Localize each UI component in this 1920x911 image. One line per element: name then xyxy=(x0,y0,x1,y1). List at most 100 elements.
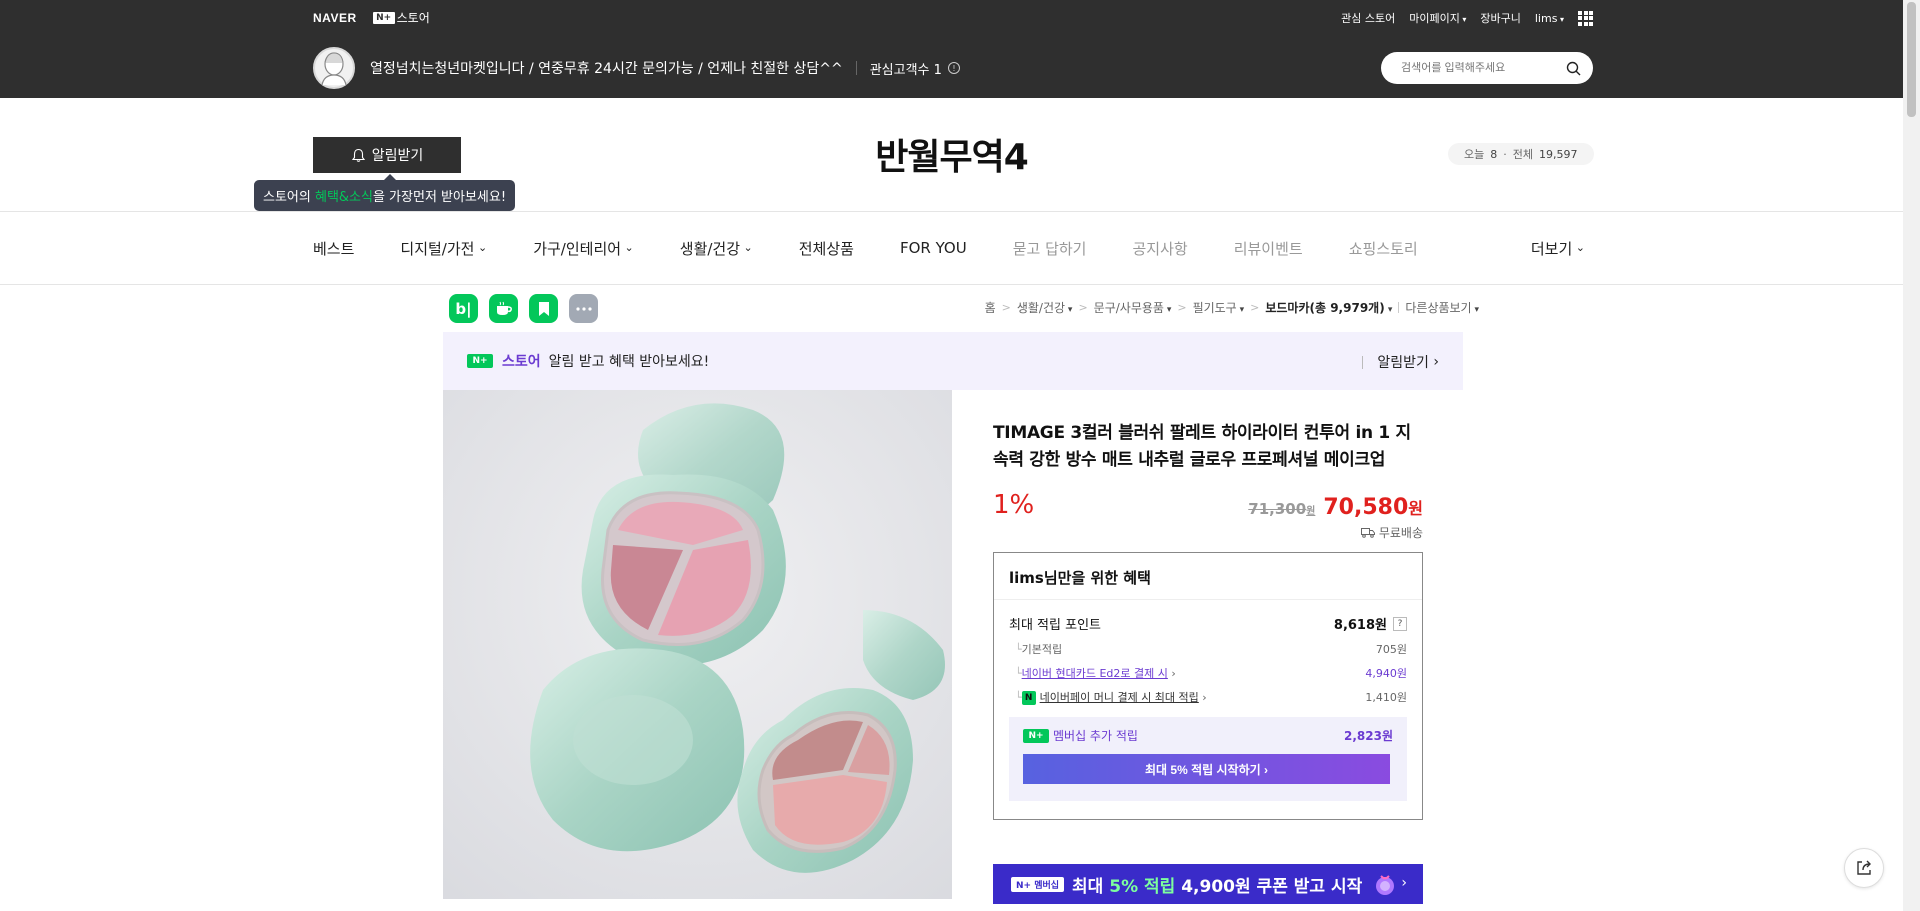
talk-bookmark-icon[interactable] xyxy=(529,294,558,323)
nav-more[interactable]: 더보기 xyxy=(1531,238,1585,259)
banner-divider xyxy=(1362,355,1364,369)
blush-palette-photo xyxy=(443,390,952,899)
user-menu[interactable]: lims xyxy=(1535,12,1564,25)
share-button[interactable] xyxy=(1844,848,1884,888)
help-icon[interactable]: ? xyxy=(1393,616,1407,631)
tooltip-highlight: 혜택&소식 xyxy=(314,190,373,205)
basic-point-row: 기본적립 705원 xyxy=(1009,641,1407,657)
price-row: 1% 71,300원 70,580원 xyxy=(993,490,1423,520)
membership-start-button[interactable]: 최대 5% 적립 시작하기 › xyxy=(1023,754,1390,784)
nav-best[interactable]: 베스트 xyxy=(313,238,354,259)
search-input[interactable] xyxy=(1401,62,1561,74)
breadcrumb-separator: > xyxy=(1078,301,1088,314)
link-favorite-stores[interactable]: 관심 스토어 xyxy=(1341,10,1395,26)
store-search xyxy=(1381,52,1593,84)
naver-logo[interactable]: NAVER xyxy=(313,11,357,25)
breadcrumb-home[interactable]: 홈 xyxy=(985,299,996,316)
blog-icon[interactable]: b| xyxy=(449,294,478,323)
breadcrumb-cat3[interactable]: 필기도구 xyxy=(1193,299,1245,316)
shipping-info: 무료배송 xyxy=(993,524,1423,541)
search-icon[interactable] xyxy=(1566,61,1581,76)
cafe-icon[interactable] xyxy=(489,294,518,323)
discount-rate: 1% xyxy=(993,490,1035,520)
max-point-value-group: 8,618원 ? xyxy=(1334,614,1407,633)
breadcrumb-separator: > xyxy=(1250,301,1260,314)
store-alarm-banner: N+ 스토어 알림 받고 혜택 받아보세요! 알림받기 › xyxy=(443,332,1463,390)
nav-notice[interactable]: 공지사항 xyxy=(1133,238,1188,259)
original-price-value: 71,300 xyxy=(1248,500,1307,518)
alarm-tooltip: 스토어의 혜택&소식을 가장먼저 받아보세요! xyxy=(254,174,516,211)
nav-shopping-story[interactable]: 쇼핑스토리 xyxy=(1349,238,1418,259)
membership-row: N+ 멤버십 추가 적립 2,823원 xyxy=(1023,727,1393,744)
max-point-label: 최대 적립 포인트 xyxy=(1009,618,1101,633)
other-products-dropdown[interactable]: 다른상품보기 xyxy=(1405,299,1479,316)
nav-digital[interactable]: 디지털/가전 xyxy=(400,238,487,259)
product-info: TIMAGE 3컬러 블러쉬 팔레트 하이라이터 컨투어 in 1 지속력 강한… xyxy=(993,420,1423,820)
visit-total-count: 19,597 xyxy=(1539,147,1578,161)
page-scrollbar[interactable] xyxy=(1903,0,1920,911)
store-avatar[interactable] xyxy=(313,47,355,89)
coupon-text-post: 4,900원 쿠폰 받고 시작 xyxy=(1175,876,1363,897)
npay-point-link[interactable]: 네이버페이 머니 결제 시 최대 적립 xyxy=(1040,691,1199,704)
breadcrumb-cat2[interactable]: 문구/사무용품 xyxy=(1094,299,1172,316)
card-point-link[interactable]: 네이버 현대카드 Ed2로 결제 시 xyxy=(1022,667,1168,680)
naver-plus-badge: N+ xyxy=(467,354,493,368)
coupon-text: 최대 5% 적립 4,900원 쿠폰 받고 시작 xyxy=(1072,872,1362,897)
nav-all-products[interactable]: 전체상품 xyxy=(799,238,854,259)
npay-point-row: N네이버페이 머니 결제 시 최대 적립 › 1,410원 xyxy=(1009,689,1407,705)
top-links: 관심 스토어 마이페이지 장바구니 lims xyxy=(1341,10,1593,26)
nav-review-event[interactable]: 리뷰이벤트 xyxy=(1234,238,1303,259)
sale-price-unit: 원 xyxy=(1408,499,1423,518)
coupon-gift-icon xyxy=(1372,871,1398,897)
original-price-unit: 원 xyxy=(1306,506,1316,517)
app-grid-icon[interactable] xyxy=(1578,10,1593,26)
link-mypage[interactable]: 마이페이지 xyxy=(1409,10,1466,26)
membership-label: 멤버십 추가 적립 xyxy=(1053,729,1138,743)
nav-qna[interactable]: 묻고 답하기 xyxy=(1013,238,1087,259)
share-icon xyxy=(1857,860,1871,875)
max-point-value: 8,618원 xyxy=(1333,618,1387,633)
breadcrumb: 홈 > 생활/건강 > 문구/사무용품 > 필기도구 > 보드마카(총 9,97… xyxy=(985,299,1479,316)
breadcrumb-cat4[interactable]: 보드마카(총 9,979개) xyxy=(1265,299,1392,316)
product-title: TIMAGE 3컬러 블러쉬 팔레트 하이라이터 컨투어 in 1 지속력 강한… xyxy=(993,423,1411,470)
nav-living-health[interactable]: 생활/건강 xyxy=(680,238,753,259)
divider xyxy=(855,61,857,75)
price-group: 71,300원 70,580원 xyxy=(1248,495,1423,520)
coupon-text-highlight: 5% 적립 xyxy=(1109,876,1176,897)
shipping-label: 무료배송 xyxy=(1378,526,1423,540)
product-main-image[interactable] xyxy=(443,390,952,899)
card-point-row: 네이버 현대카드 Ed2로 결제 시 › 4,940원 xyxy=(1009,665,1407,681)
nav-for-you[interactable]: FOR YOU xyxy=(900,239,967,257)
npay-point-value: 1,410원 xyxy=(1365,691,1407,704)
benefit-box: lims님만을 위한 혜택 최대 적립 포인트 8,618원 ? 기본적립 70… xyxy=(993,552,1423,820)
sale-price-value: 70,580 xyxy=(1323,495,1409,520)
chevron-right-icon: › xyxy=(1401,875,1407,891)
nav-furniture[interactable]: 가구/인테리어 xyxy=(533,238,634,259)
social-links: b| xyxy=(449,294,598,323)
fan-count: 관심고객수 1 ! xyxy=(870,59,960,78)
naver-plus-logo: N+ xyxy=(467,354,493,368)
scrollbar-thumb[interactable] xyxy=(1907,2,1916,117)
fan-count-label: 관심고객수 1 xyxy=(869,62,942,78)
banner-text: 알림 받고 혜택 받아보세요! xyxy=(548,354,710,370)
card-point-label-group: 네이버 현대카드 Ed2로 결제 시 › xyxy=(1015,665,1176,681)
npay-icon: N xyxy=(1021,691,1036,705)
breadcrumb-cat1[interactable]: 생활/건강 xyxy=(1017,299,1073,316)
visit-counter: 오늘 8 · 전체 19,597 xyxy=(1448,143,1594,165)
more-dots-icon[interactable] xyxy=(569,294,598,323)
naver-plus-badge: N+ xyxy=(372,11,395,24)
banner-alarm-link[interactable]: 알림받기 › xyxy=(1362,352,1439,372)
store-title[interactable]: 반월무역4 xyxy=(0,128,1903,180)
banner-store-label: 스토어 xyxy=(502,354,541,370)
info-icon[interactable]: ! xyxy=(947,62,960,74)
truck-icon xyxy=(1360,528,1375,538)
membership-badge: N+ 멤버십 xyxy=(1011,876,1065,892)
membership-label-group: N+ 멤버십 추가 적립 xyxy=(1023,727,1138,744)
link-cart[interactable]: 장바구니 xyxy=(1480,10,1520,26)
category-nav: 베스트 디지털/가전 가구/인테리어 생활/건강 전체상품 FOR YOU 묻고… xyxy=(0,211,1903,285)
membership-value: 2,823원 xyxy=(1344,729,1393,743)
naver-plus-store-link[interactable]: N+ 스토어 xyxy=(372,9,430,26)
brand-row: NAVER N+ 스토어 xyxy=(313,9,430,26)
tooltip-text-pre: 스토어의 xyxy=(263,190,315,205)
membership-coupon-banner[interactable]: N+ 멤버십 최대 5% 적립 4,900원 쿠폰 받고 시작 › xyxy=(993,864,1423,904)
